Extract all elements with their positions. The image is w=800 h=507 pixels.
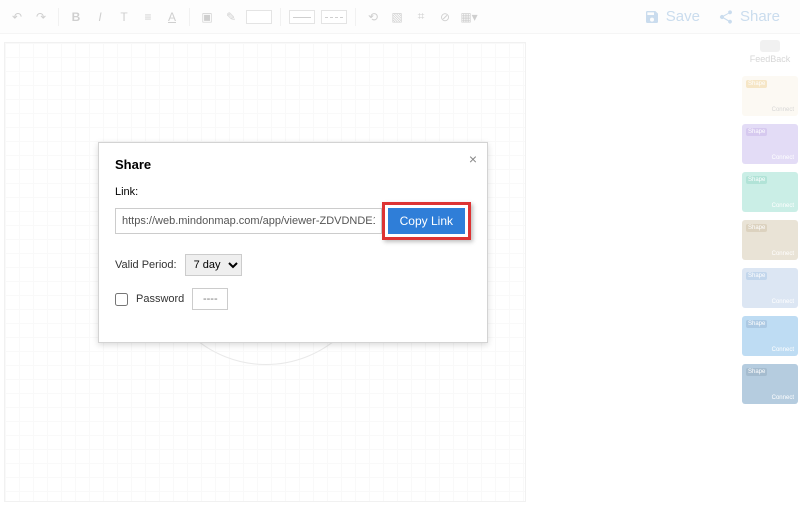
theme-thumb-6[interactable]: Shape Connect <box>742 316 798 356</box>
feedback-icon <box>760 40 780 52</box>
undo-icon[interactable]: ↶ <box>8 8 26 26</box>
fill-icon[interactable]: ▣ <box>198 8 216 26</box>
redo-icon[interactable]: ↷ <box>32 8 50 26</box>
thumb-connect: Connect <box>770 250 796 258</box>
separator <box>355 8 356 26</box>
save-button[interactable]: Save <box>644 8 700 25</box>
toolbar-left: ↶ ↷ B I T ≡ A ▣ ✎ ⟲ ▧ ⌗ ⊘ ▦▾ <box>8 8 478 26</box>
grid-icon[interactable]: ▦▾ <box>460 8 478 26</box>
save-label: Save <box>666 8 700 25</box>
password-label: Password <box>136 293 184 305</box>
separator <box>58 8 59 26</box>
link-row: Copy Link <box>115 202 471 240</box>
thumb-shape: Shape <box>746 368 767 376</box>
password-input[interactable] <box>192 288 228 310</box>
thumb-shape: Shape <box>746 320 767 328</box>
copy-link-button[interactable]: Copy Link <box>388 208 465 234</box>
close-icon[interactable]: × <box>469 151 477 167</box>
stroke-icon[interactable]: ✎ <box>222 8 240 26</box>
modal-title: Share <box>115 157 471 172</box>
valid-period-label: Valid Period: <box>115 259 177 271</box>
share-modal: × Share Link: Copy Link Valid Period: 7 … <box>98 142 488 343</box>
toolbar: ↶ ↷ B I T ≡ A ▣ ✎ ⟲ ▧ ⌗ ⊘ ▦▾ Save Share <box>0 0 800 34</box>
share-label: Share <box>740 8 780 25</box>
thumb-connect: Connect <box>770 394 796 402</box>
bold-icon[interactable]: B <box>67 8 85 26</box>
image-icon[interactable]: ▧ <box>388 8 406 26</box>
line-solid-icon[interactable] <box>289 10 315 24</box>
thumb-connect: Connect <box>770 202 796 210</box>
thumb-shape: Shape <box>746 80 767 88</box>
password-checkbox[interactable] <box>115 293 128 306</box>
align-icon[interactable]: ≡ <box>139 8 157 26</box>
font-color-icon[interactable]: A <box>163 8 181 26</box>
theme-thumb-2[interactable]: Shape Connect <box>742 124 798 164</box>
valid-period-row: Valid Period: 7 day <box>115 254 471 276</box>
thumb-shape: Shape <box>746 272 767 280</box>
theme-thumb-4[interactable]: Shape Connect <box>742 220 798 260</box>
save-icon <box>644 9 660 25</box>
thumb-shape: Shape <box>746 224 767 232</box>
theme-thumb-1[interactable]: Shape Connect <box>742 76 798 116</box>
theme-thumb-3[interactable]: Shape Connect <box>742 172 798 212</box>
italic-icon[interactable]: I <box>91 8 109 26</box>
thumb-connect: Connect <box>770 346 796 354</box>
attach-icon[interactable]: ⌗ <box>412 8 430 26</box>
thumb-connect: Connect <box>770 154 796 162</box>
theme-thumb-7[interactable]: Shape Connect <box>742 364 798 404</box>
feedback-button[interactable]: FeedBack <box>747 36 793 68</box>
thumb-shape: Shape <box>746 176 767 184</box>
password-row: Password <box>115 288 471 310</box>
link-label: Link: <box>115 186 471 198</box>
link-input[interactable] <box>115 208 382 234</box>
delete-icon[interactable]: ⊘ <box>436 8 454 26</box>
copy-link-highlight: Copy Link <box>382 202 471 240</box>
color-swatch[interactable] <box>246 10 272 24</box>
thumb-connect: Connect <box>770 106 796 114</box>
line-dashed-icon[interactable] <box>321 10 347 24</box>
thumb-connect: Connect <box>770 298 796 306</box>
separator <box>280 8 281 26</box>
thumb-shape: Shape <box>746 128 767 136</box>
theme-thumb-5[interactable]: Shape Connect <box>742 268 798 308</box>
separator <box>189 8 190 26</box>
link-icon[interactable]: ⟲ <box>364 8 382 26</box>
toolbar-right: Save Share <box>644 8 792 25</box>
share-icon <box>718 9 734 25</box>
feedback-label: FeedBack <box>750 54 791 64</box>
share-button[interactable]: Share <box>718 8 780 25</box>
font-size-icon[interactable]: T <box>115 8 133 26</box>
right-panel: FeedBack Shape Connect Shape Connect Sha… <box>740 36 800 404</box>
valid-period-select[interactable]: 7 day <box>185 254 242 276</box>
